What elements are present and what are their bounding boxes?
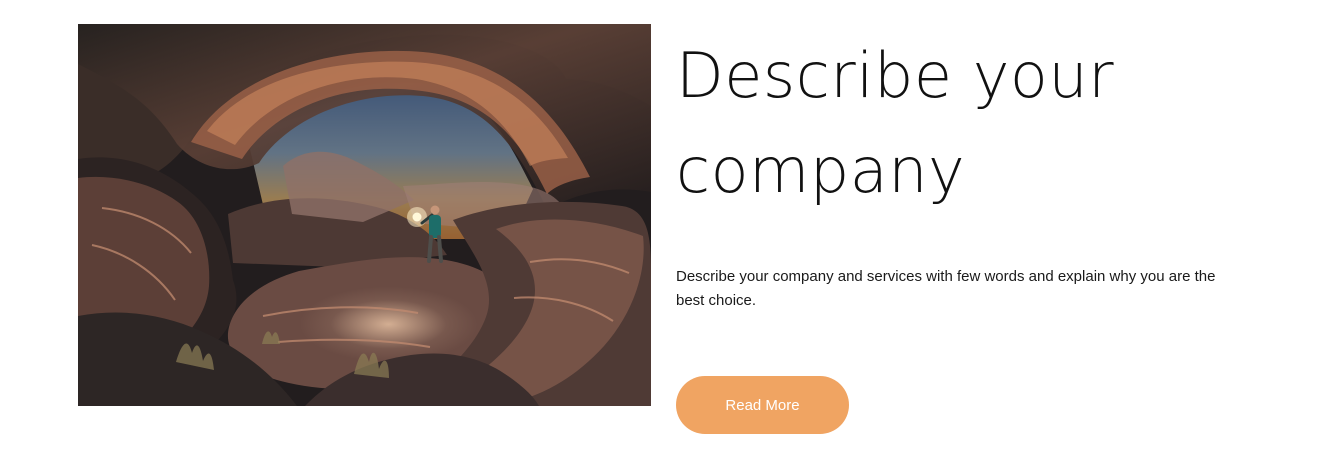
hero-image: [78, 24, 651, 406]
read-more-button[interactable]: Read More: [676, 376, 849, 434]
page-title: Describe your company: [676, 39, 1115, 207]
company-description: Describe your company and services with …: [676, 268, 1216, 309]
landscape-photo-icon: [78, 24, 651, 406]
company-content: Describe your company Describe your comp…: [676, 28, 1256, 434]
company-section: Describe your company Describe your comp…: [0, 0, 1327, 462]
